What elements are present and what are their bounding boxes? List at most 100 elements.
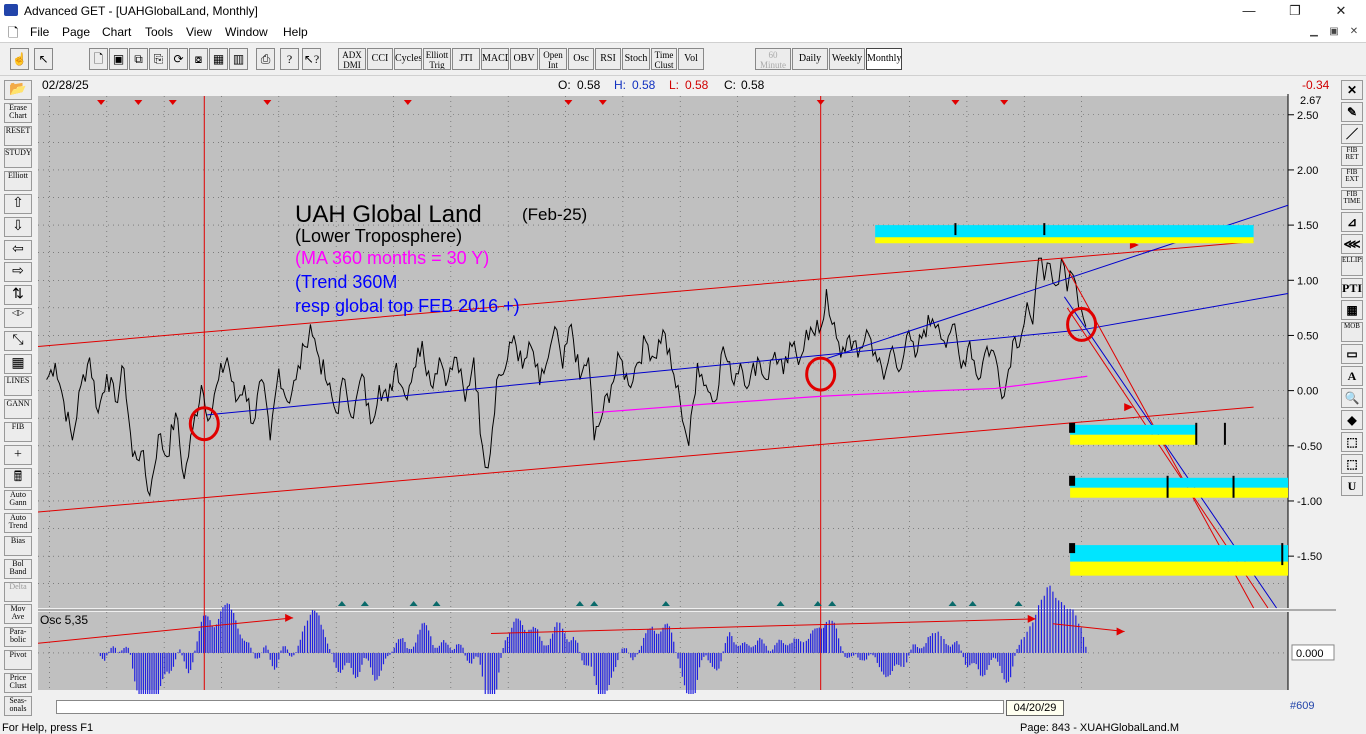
select2-tool[interactable]: ⬚ (1341, 454, 1363, 474)
period-monthly-button[interactable]: Monthly (866, 48, 902, 70)
period-60min-button[interactable]: 60 Minute (755, 48, 791, 70)
reset-tool[interactable]: RESET (4, 125, 32, 146)
mdi-close-icon[interactable]: ✕ (1346, 25, 1362, 39)
pencil-tool[interactable]: ✎ (1341, 102, 1363, 122)
box-tool[interactable]: ▭ (1341, 344, 1363, 364)
open-tool[interactable]: 📂 (4, 80, 32, 100)
osc-button[interactable]: Osc (568, 48, 594, 70)
help-icon[interactable]: ? (280, 48, 299, 70)
fib-tool[interactable]: FIB (4, 422, 32, 442)
maximize-button[interactable]: ❐ (1272, 0, 1318, 22)
delete-tool[interactable]: ✕ (1341, 80, 1363, 100)
macd-button[interactable]: MACD (481, 48, 509, 70)
mdi-restore-icon[interactable]: ▣ (1326, 25, 1342, 39)
menu-tools[interactable]: Tools (145, 25, 173, 39)
ytick-label: -0.50 (1297, 441, 1322, 453)
price-clust-tool[interactable]: Price Clust (4, 672, 32, 693)
menu-chart[interactable]: Chart (102, 25, 131, 39)
stretch-tool[interactable]: ⤡ (4, 330, 32, 351)
paste-icon[interactable]: ⎘ (149, 48, 168, 70)
elliott-trig-button[interactable]: Elliott Trig (423, 48, 451, 70)
lines-tool[interactable]: LINES (4, 376, 32, 397)
pivot-tool[interactable]: Pivot (4, 650, 32, 670)
mdi-minimize-icon[interactable]: ▁ (1306, 25, 1322, 39)
context-help-icon[interactable]: ↖? (302, 48, 321, 70)
mob-tool[interactable]: MOB (1341, 322, 1363, 342)
zoom-horiz-tool[interactable]: ◁▷ (4, 308, 32, 328)
channel-tool[interactable]: ⊿ (1341, 212, 1363, 232)
open-int-button[interactable]: Open Int (539, 48, 567, 70)
cycles-button[interactable]: Cycles (394, 48, 422, 70)
zoom-tool[interactable]: 🔍 (1341, 388, 1363, 408)
obv-button[interactable]: OBV (510, 48, 538, 70)
price-band-tick (1166, 475, 1169, 498)
menu-file[interactable]: File (30, 25, 49, 39)
arrow-down-tool[interactable]: ⇩ (4, 216, 32, 237)
mov-ave-tool[interactable]: Mov Ave (4, 604, 32, 625)
adx-dmi-button[interactable]: ADX DMI (338, 48, 366, 70)
app-icon (4, 4, 18, 16)
parabolic-tool[interactable]: Para- bolic (4, 627, 32, 648)
low-label: L: (669, 78, 680, 92)
study-tool[interactable]: STUDY (4, 148, 32, 169)
pti-tool[interactable]: PTI (1341, 278, 1363, 298)
save-icon[interactable]: ▣ (109, 48, 128, 70)
arrow-right-tool[interactable]: ⇨ (4, 262, 32, 283)
new-page-icon[interactable]: 🗋 (89, 48, 108, 70)
print-icon[interactable]: ⎙ (256, 48, 275, 70)
jti-button[interactable]: JTI (452, 48, 480, 70)
stoch-button[interactable]: Stoch (622, 48, 650, 70)
grid-tool[interactable]: ▦ (4, 353, 32, 374)
low-value: 0.58 (685, 78, 709, 92)
calc-tool[interactable]: 🖩 (4, 467, 32, 488)
arrow-left-tool[interactable]: ⇦ (4, 239, 32, 260)
minimize-button[interactable]: — (1226, 0, 1272, 22)
menu-window[interactable]: Window (225, 25, 268, 39)
fib-ext-tool[interactable]: FIB EXT (1341, 168, 1363, 188)
auto-trend-tool[interactable]: Auto Trend (4, 513, 32, 534)
fib-time-tool[interactable]: FIB TIME (1341, 190, 1363, 210)
gann-tool[interactable]: GANN (4, 399, 32, 420)
arrow-up-tool[interactable]: ⇧ (4, 194, 32, 214)
vol-button[interactable]: Vol (678, 48, 704, 70)
chart-area[interactable]: 2.50 2.00 1.50 1.00 0.50 0.00 -0.50 -1.00 -1.50 2… (37, 94, 1336, 716)
seasonals-tool[interactable]: Seas- onals (4, 695, 32, 716)
fan-tool[interactable]: ⋘ (1341, 234, 1363, 254)
copy-icon[interactable]: ⧉ (129, 48, 148, 70)
period-weekly-button[interactable]: Weekly (829, 48, 865, 70)
chart-svg[interactable]: 2.50 2.00 1.50 1.00 0.50 0.00 -0.50 -1.00 -1.50 2… (37, 94, 1336, 716)
table-tool[interactable]: ▦ (1341, 300, 1363, 320)
layout-icon[interactable]: ▥ (229, 48, 248, 70)
rsi-button[interactable]: RSI (595, 48, 621, 70)
menu-page[interactable]: Page (62, 25, 90, 39)
ellipse-tool[interactable]: ELLIPS (1341, 256, 1363, 276)
period-daily-button[interactable]: Daily (792, 48, 828, 70)
elliott-tool[interactable]: Elliott (4, 171, 32, 192)
text-tool[interactable]: A (1341, 366, 1363, 386)
end-date-box[interactable]: 04/20/29 (1006, 700, 1064, 716)
left-toolbar: 📂 Erase Chart RESET STUDY Elliott ⇧ ⇩ ⇦ ⇨ ⇅ ◁▷ ⤡ ▦ LI… (2, 80, 34, 720)
crosshair-tool[interactable]: + (4, 444, 32, 465)
refresh-icon[interactable]: ⟳ (169, 48, 188, 70)
marker-tool[interactable]: ◆ (1341, 410, 1363, 430)
delta-tool[interactable]: Delta (4, 581, 32, 602)
price-band-yellow (1070, 487, 1288, 498)
bias-tool[interactable]: Bias (4, 536, 32, 556)
cursor-icon[interactable]: ↖ (34, 48, 53, 70)
close-button[interactable]: ✕ (1318, 0, 1364, 22)
fib-ret-tool[interactable]: FIB RET (1341, 146, 1363, 166)
auto-gann-tool[interactable]: Auto Gann (4, 490, 32, 511)
line-draw-tool[interactable]: ／ (1341, 124, 1363, 144)
menu-help[interactable]: Help (283, 25, 308, 39)
time-clust-button[interactable]: Time Clust (651, 48, 677, 70)
pointer-icon[interactable]: ☝ (10, 48, 29, 70)
undo-tool[interactable]: U (1341, 476, 1363, 496)
cci-button[interactable]: CCI (367, 48, 393, 70)
menu-view[interactable]: View (186, 25, 212, 39)
erase-tool[interactable]: Erase Chart (4, 102, 32, 123)
grid-icon[interactable]: ▦ (209, 48, 228, 70)
select-tool[interactable]: ⬚ (1341, 432, 1363, 452)
link-icon[interactable]: ⧇ (189, 48, 208, 70)
bol-band-tool[interactable]: Bol Band (4, 558, 32, 579)
zoom-vert-tool[interactable]: ⇅ (4, 285, 32, 306)
